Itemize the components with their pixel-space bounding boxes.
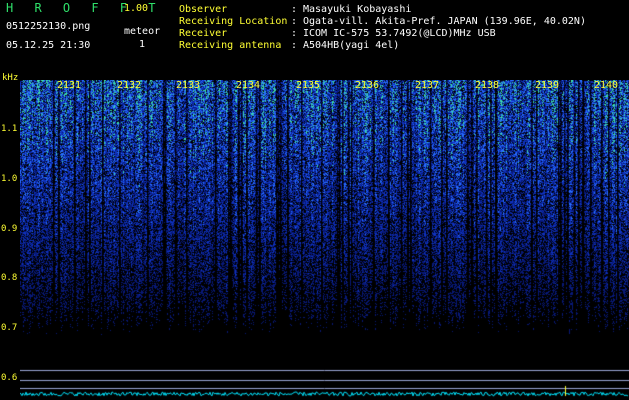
antenna-label: Receiving antenna — [179, 40, 282, 51]
x-tick: 2137 — [415, 80, 440, 91]
x-tick: 2135 — [296, 80, 321, 91]
antenna-value: A504HB(yagi 4el) — [303, 40, 400, 51]
info-row-receiver: Receiver : ICOM IC-575 53.7492(@LCD)MHz … — [179, 28, 586, 40]
meteor-label: meteor — [124, 26, 161, 37]
y-tick: 0.6 — [1, 373, 18, 383]
station-info: Observer : Masayuki Kobayashi Receiving … — [179, 4, 586, 52]
y-tick: 1.0 — [1, 174, 18, 184]
app-version: 1.00 — [124, 3, 149, 14]
y-axis-unit: kHz — [2, 73, 19, 83]
separator: : — [291, 28, 298, 39]
x-tick: 2133 — [176, 80, 201, 91]
separator: : — [291, 16, 298, 27]
location-label: Receiving Location — [179, 16, 288, 27]
receiver-label: Receiver — [179, 28, 228, 39]
y-tick: 0.7 — [1, 323, 18, 333]
meteor-count: 1 — [139, 39, 146, 50]
x-tick: 2138 — [475, 80, 500, 91]
x-tick: 2139 — [535, 80, 560, 91]
y-tick: 0.9 — [1, 224, 18, 234]
date-time: 05.12.25 21:30 — [6, 40, 91, 51]
observer-value: Masayuki Kobayashi — [303, 4, 412, 15]
file-name: 0512252130.png — [6, 21, 91, 32]
observer-label: Observer — [179, 4, 228, 15]
location-value: Ogata-vill. Akita-Pref. JAPAN (139.96E, … — [303, 16, 586, 27]
info-row-location: Receiving Location : Ogata-vill. Akita-P… — [179, 16, 586, 28]
x-tick: 2132 — [117, 80, 142, 91]
x-tick: 2136 — [355, 80, 380, 91]
x-tick: 2134 — [236, 80, 261, 91]
y-tick: 0.8 — [1, 273, 18, 283]
separator: : — [291, 4, 298, 15]
info-row-observer: Observer : Masayuki Kobayashi — [179, 4, 586, 16]
x-tick: 2131 — [57, 80, 82, 91]
separator: : — [291, 40, 298, 51]
x-tick: 2140 — [594, 80, 619, 91]
y-tick: 1.1 — [1, 124, 18, 134]
receiver-value: ICOM IC-575 53.7492(@LCD)MHz USB — [303, 28, 496, 39]
spectrogram-canvas — [20, 80, 629, 400]
info-row-antenna: Receiving antenna : A504HB(yagi 4el) — [179, 40, 586, 52]
